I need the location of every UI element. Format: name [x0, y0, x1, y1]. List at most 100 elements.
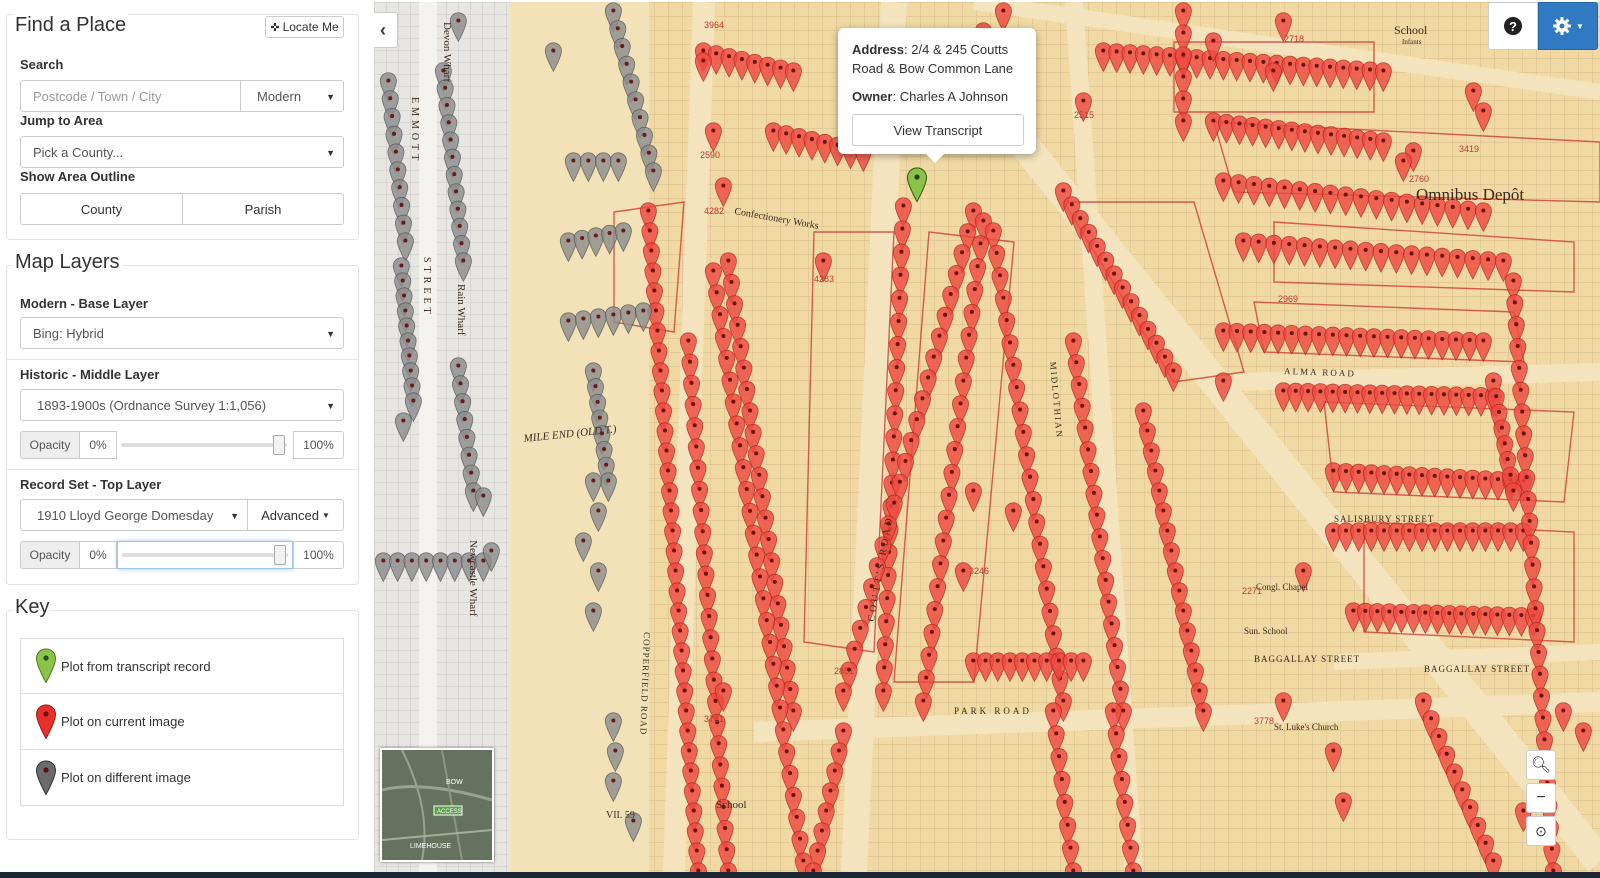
slider-track [121, 443, 287, 447]
middle-layer-select[interactable]: 1893-1900s (Ordnance Survey 1:1,056) ▼ [20, 389, 344, 421]
record-set-select[interactable]: 1910 Lloyd George Domesday ▼ [20, 499, 248, 531]
key-item-different: Plot on different image [20, 750, 344, 806]
popup-owner: Owner: Charles A Johnson [852, 89, 1009, 104]
crosshair-icon: ✜ [270, 21, 280, 34]
parish-outline-button[interactable]: Parish [182, 193, 344, 225]
caret-down-icon: ▼ [321, 510, 330, 520]
plot-number-label: 4282 [704, 206, 724, 216]
map-label-sun-school: Sun. School [1244, 626, 1288, 636]
map-label-vii: VII. 59 [606, 810, 635, 821]
question-circle-icon: ? [1504, 17, 1522, 35]
plot-number-label: 4283 [814, 274, 834, 284]
plot-number-label: 3778 [1254, 716, 1274, 726]
reset-view-button[interactable]: ⊙ [1526, 816, 1556, 846]
key-item-transcript: Plot from transcript record [20, 638, 344, 694]
record-set-value: 1910 Lloyd George Domesday [37, 507, 214, 523]
base-layer-value: Bing: Hybrid [33, 325, 104, 341]
top-opacity-min: 0% [79, 541, 117, 569]
map-label-school: School [1394, 23, 1428, 37]
popup-address-label: Address [852, 42, 905, 57]
map-label-chapel: Congl. Chapel [1256, 582, 1308, 592]
caret-down-icon: ▼ [326, 329, 335, 339]
slider-thumb[interactable] [273, 545, 286, 565]
gear-icon [1553, 17, 1572, 35]
search-input[interactable]: Postcode / Town / City [20, 80, 241, 112]
popup-owner-label: Owner [852, 89, 893, 104]
county-select[interactable]: Pick a County... ▼ [20, 136, 344, 168]
view-transcript-button[interactable]: View Transcript [852, 114, 1024, 146]
top-opacity-max: 100% [293, 541, 344, 569]
chevron-left-icon: ‹ [380, 19, 386, 40]
caret-down-icon: ▼ [326, 148, 335, 158]
key-label: Plot from transcript record [61, 658, 211, 674]
minimap-label-access: ACCESS [437, 809, 462, 815]
search-label: Search [20, 57, 64, 72]
county-outline-button[interactable]: County [20, 193, 183, 225]
map-label-infants: Infants [1402, 38, 1422, 46]
divider [7, 469, 358, 470]
zoom-in-icon: 🔍︎ [1530, 757, 1552, 774]
top-opacity-slider[interactable] [117, 541, 293, 569]
map-label-park-road: PARK ROAD [954, 706, 1032, 716]
middle-layer-value: 1893-1900s (Ordnance Survey 1:1,056) [37, 397, 267, 413]
plot-marker[interactable] [1484, 852, 1502, 872]
plot-number-label: 3964 [704, 20, 724, 30]
slider-track [122, 553, 288, 557]
settings-button[interactable]: ▼ [1538, 2, 1598, 50]
middle-layer-label: Historic - Middle Layer [20, 367, 160, 382]
map-layers-panel [6, 265, 359, 585]
plot-number-label: 2515 [1074, 110, 1094, 120]
minimap-label-limehouse: LIMEHOUSE [410, 843, 452, 850]
middle-opacity-slider[interactable] [117, 431, 293, 459]
top-layer-label: Record Set - Top Layer [20, 477, 162, 492]
plot-popup: Address: 2/4 & 245 Coutts Road & Bow Com… [838, 28, 1036, 163]
key-label: Plot on different image [61, 770, 191, 785]
caret-down-icon: ▼ [230, 511, 239, 521]
key-title: Key [13, 596, 52, 619]
search-mode-value: Modern [257, 88, 302, 104]
caret-down-icon: ▼ [1576, 21, 1584, 31]
plot-number-label: 3246 [969, 566, 989, 576]
map-label-street: STREET [421, 257, 432, 318]
search-placeholder: Postcode / Town / City [33, 88, 162, 104]
zoom-out-button[interactable]: − [1526, 783, 1556, 813]
caret-down-icon: ▼ [326, 401, 335, 411]
sidebar: Find a Place ✜ Locate Me Search Postcode… [0, 0, 374, 872]
red-marker-icon [35, 703, 57, 740]
zoom-out-icon: − [1536, 789, 1546, 806]
map-label-baggallay-2: BAGGALLAY STREET [1424, 664, 1530, 674]
divider [7, 359, 358, 360]
search-mode-select[interactable]: Modern ▼ [240, 80, 344, 112]
base-layer-select[interactable]: Bing: Hybrid ▼ [20, 317, 344, 349]
gray-marker-icon [35, 759, 57, 796]
advanced-button[interactable]: Advanced ▼ [247, 499, 344, 531]
caret-down-icon: ▼ [326, 92, 335, 102]
zoom-in-button[interactable]: 🔍︎ [1526, 750, 1556, 780]
collapse-sidebar-button[interactable]: ‹ [374, 12, 398, 48]
middle-opacity-min: 0% [79, 431, 117, 459]
find-place-title: Find a Place [13, 14, 129, 37]
locate-me-button[interactable]: ✜ Locate Me [265, 16, 344, 38]
window-bottom-bar [0, 872, 1600, 878]
slider-thumb[interactable] [272, 435, 285, 455]
plot-number-label: 3781 [704, 714, 724, 724]
popup-address: Address: 2/4 & 245 Coutts Road & Bow Com… [852, 42, 1014, 76]
base-layer-label: Modern - Base Layer [20, 296, 148, 311]
county-select-value: Pick a County... [33, 144, 124, 160]
key-label: Plot on current image [61, 714, 185, 729]
map-label-newcastle-wharf: Newcastle Wharf [467, 540, 479, 617]
locate-me-label: Locate Me [282, 20, 339, 34]
map-canvas[interactable]: Omnibus Depôt Confectionery Works School… [374, 2, 1600, 872]
plot-number-label: 2851 [834, 666, 854, 676]
plot-number-label: 2590 [700, 150, 720, 160]
plot-number-label: 3419 [1459, 144, 1479, 154]
minimap-label-bow: BOW [446, 779, 463, 786]
overview-minimap[interactable]: ACCESS BOW LIMEHOUSE [380, 748, 494, 862]
help-button[interactable]: ? [1488, 2, 1538, 50]
middle-opacity-max: 100% [293, 431, 344, 459]
reset-icon: ⊙ [1535, 822, 1547, 839]
advanced-label: Advanced [261, 507, 319, 523]
plot-number-label: 2760 [1409, 174, 1429, 184]
plot-number-label: 2969 [1278, 294, 1298, 304]
map-label-baggallay: BAGGALLAY STREET [1254, 654, 1360, 664]
